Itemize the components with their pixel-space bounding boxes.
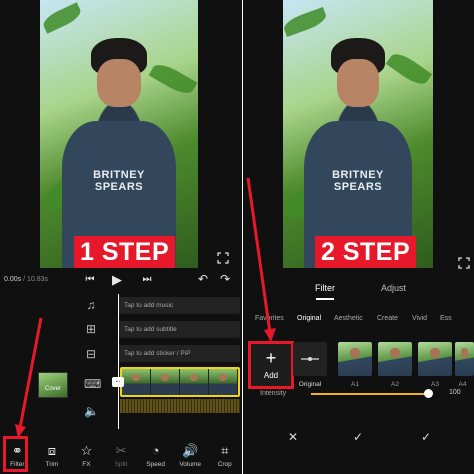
left-screenshot: BRITNEY SPEARS 1 STEP 0.00s / 10.83s ⏮ ▶… [0,0,242,474]
annotation-arrow-1 [15,317,43,438]
annotation-arrow-2 [246,177,276,342]
right-screenshot: BRITNEY SPEARS 2 STEP Filter Adjust Favo… [243,0,474,474]
